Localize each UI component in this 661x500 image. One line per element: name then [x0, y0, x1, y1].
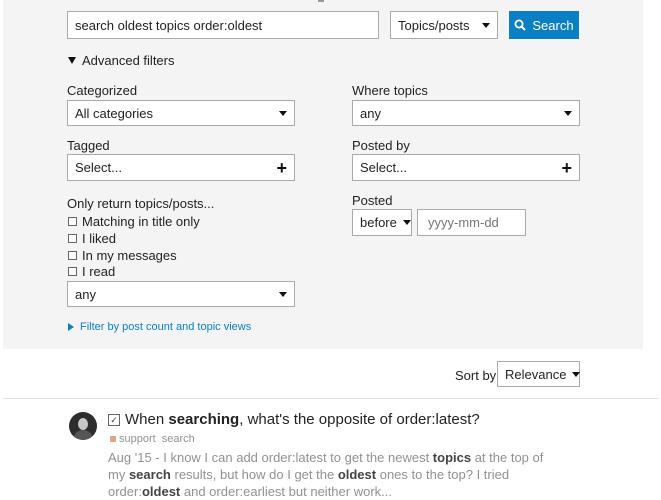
tag-link[interactable]: search	[162, 433, 195, 445]
posted-by-selector[interactable]: Select... +	[352, 154, 580, 181]
result-title: When searching, what's the opposite of o…	[125, 411, 480, 428]
where-topics-label: Where topics	[352, 83, 428, 98]
advanced-filters-toggle[interactable]: Advanced filters	[68, 53, 175, 68]
search-type-select[interactable]: Topics/posts	[390, 11, 498, 39]
result-title-link[interactable]: ✓ When searching, what's the opposite of…	[108, 411, 480, 428]
tagged-label: Tagged	[67, 138, 110, 153]
search-button[interactable]: Search	[509, 11, 579, 39]
search-type-value: Topics/posts	[398, 17, 470, 33]
where-topics-select[interactable]: any	[352, 100, 580, 126]
chevron-down-icon	[572, 371, 581, 377]
posted-label: Posted	[352, 193, 393, 208]
chevron-down-icon	[402, 220, 411, 225]
triangle-down-icon	[68, 57, 76, 64]
search-icon	[514, 19, 527, 31]
triangle-right-icon	[68, 323, 74, 331]
plus-icon: +	[561, 157, 572, 178]
avatar[interactable]	[69, 412, 97, 440]
divider	[3, 398, 658, 399]
where-topics-value: any	[360, 105, 381, 121]
check-liked[interactable]: I liked	[68, 231, 116, 246]
check-square-icon: ✓	[108, 413, 120, 426]
result-blurb: Aug '15 - I know I can add order:latest …	[108, 450, 544, 499]
check-my-messages[interactable]: In my messages	[68, 248, 177, 263]
posted-when-select[interactable]: before	[352, 209, 412, 236]
filter-post-count-link[interactable]: Filter by post count and topic views	[68, 321, 251, 333]
search-button-label: Search	[532, 17, 574, 33]
check-read[interactable]: I read	[68, 264, 115, 279]
only-return-label: Only return topics/posts...	[67, 196, 215, 211]
check-title-only[interactable]: Matching in title only	[68, 214, 200, 229]
posted-by-value: Select...	[360, 160, 407, 175]
sort-value: Relevance	[505, 366, 567, 382]
posted-when-value: before	[360, 215, 397, 230]
check-label: I liked	[82, 231, 116, 246]
chevron-down-icon	[564, 110, 572, 116]
advanced-filters-label: Advanced filters	[82, 53, 175, 68]
filter-link-label: Filter by post count and topic views	[80, 321, 252, 333]
posted-by-label: Posted by	[352, 138, 410, 153]
chevron-down-icon	[482, 22, 490, 28]
category-select[interactable]: All categories	[67, 100, 295, 126]
checkbox[interactable]	[68, 251, 77, 260]
only-return-select[interactable]: any	[67, 281, 295, 307]
checkbox[interactable]	[68, 267, 77, 276]
chevron-down-icon	[279, 291, 287, 297]
date-input[interactable]	[417, 209, 526, 236]
sort-select[interactable]: Relevance	[497, 361, 581, 387]
categorized-label: Categorized	[67, 83, 138, 98]
category-badge[interactable]: support	[110, 433, 156, 445]
scroll-indicator	[318, 0, 324, 2]
sort-by-label: Sort by	[455, 368, 497, 383]
tag-selector-value: Select...	[75, 160, 122, 175]
plus-icon: +	[276, 157, 287, 178]
check-label: I read	[82, 264, 116, 279]
check-label: In my messages	[82, 248, 177, 263]
tag-selector[interactable]: Select... +	[67, 154, 295, 181]
check-label: Matching in title only	[82, 214, 200, 229]
category-value: All categories	[75, 105, 154, 121]
result-tags: support search	[110, 433, 195, 445]
chevron-down-icon	[279, 110, 287, 116]
search-input[interactable]	[67, 11, 379, 39]
only-return-value: any	[75, 286, 96, 302]
checkbox[interactable]	[68, 217, 77, 226]
checkbox[interactable]	[68, 234, 77, 243]
